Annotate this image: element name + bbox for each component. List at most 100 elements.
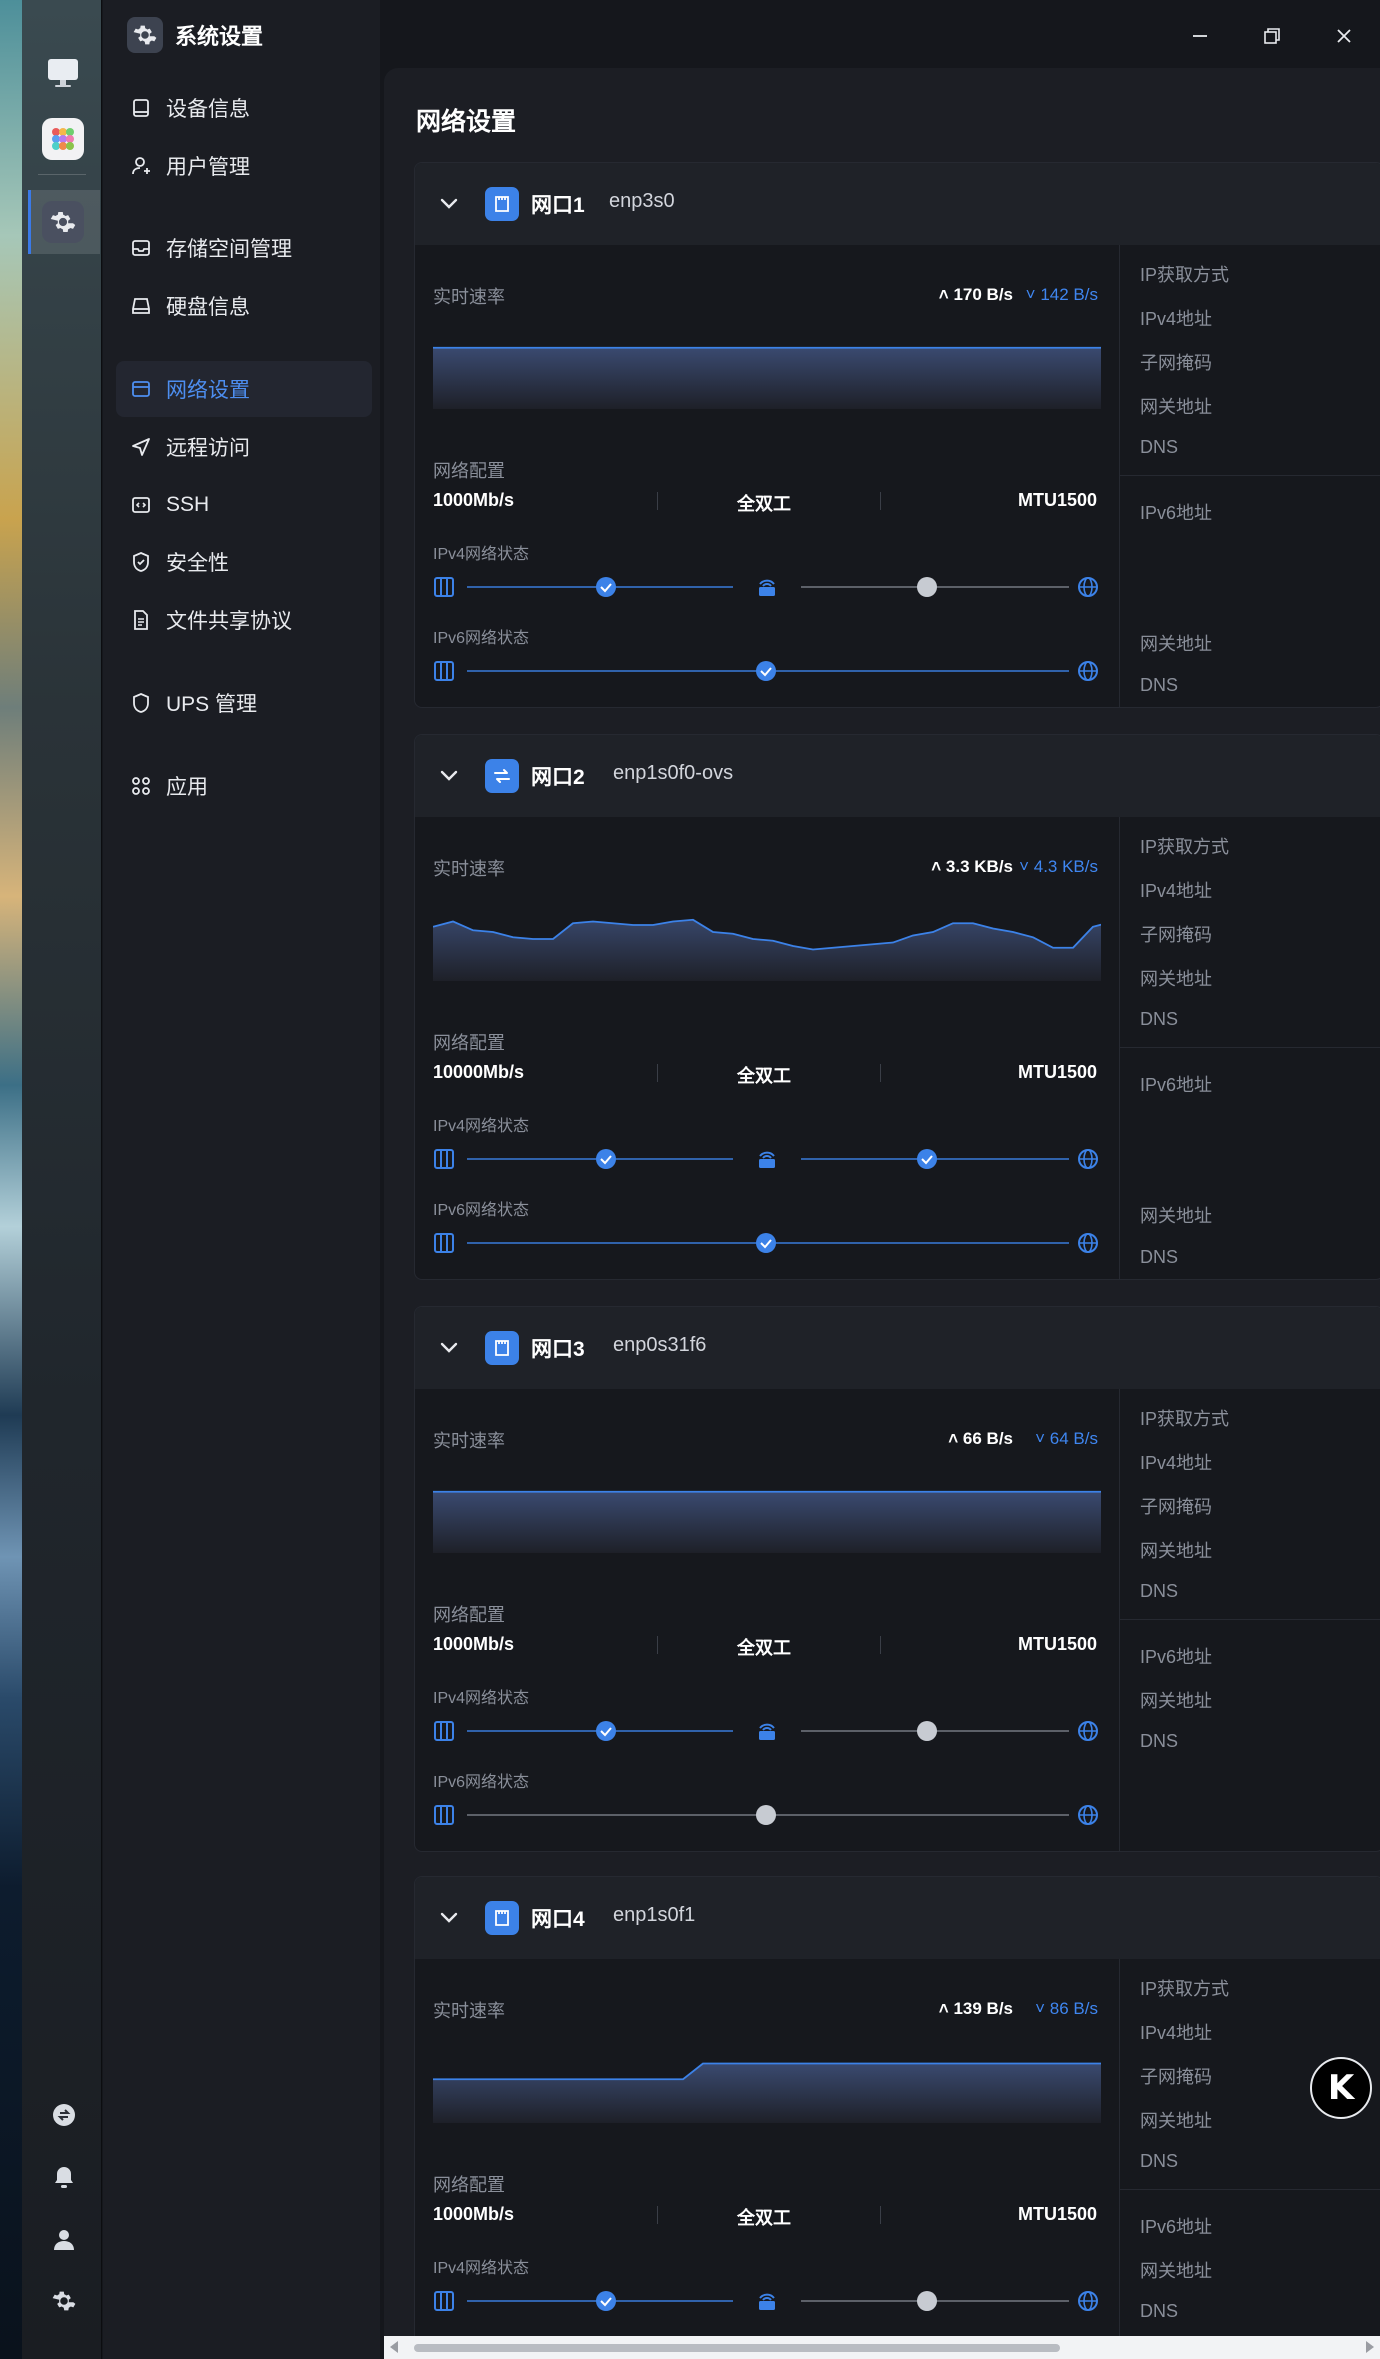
user-avatar-icon[interactable]: [50, 2225, 78, 2253]
config-label: 网络配置: [433, 2175, 505, 2195]
ipv4-status-track: [434, 1149, 1098, 1169]
port-name: 网口2: [531, 766, 585, 789]
duplex-mode: 全双工: [737, 2208, 791, 2228]
scrollbar-thumb[interactable]: [414, 2344, 1060, 2352]
detail-label: IP获取方式: [1140, 1979, 1230, 1999]
sidebar-item-disk-info[interactable]: 硬盘信息: [116, 278, 372, 334]
mtu-value: MTU1500: [1017, 490, 1097, 510]
ipv6-status-label: IPv6网络状态: [433, 1202, 530, 1219]
globe-icon: [1078, 1805, 1098, 1825]
ipv6-status-track: [434, 1805, 1098, 1825]
ipv4-status-track: [434, 577, 1098, 597]
rate-chart: [433, 1490, 1101, 1553]
app-title: 系统设置: [127, 17, 263, 53]
port-card-header[interactable]: 网口4 enp1s0f1: [415, 1877, 1380, 1959]
rate-label: 实时速率: [433, 1431, 505, 1451]
sidebar-item-security[interactable]: 安全性: [116, 534, 372, 590]
link-ok-icon: [756, 1233, 776, 1253]
port-name: 网口1: [531, 194, 585, 217]
port-card: 网口4 enp1s0f1 实时速率 ˄ 139 B/s ˅ 86 B/s 网络配置 1000…: [414, 1876, 1380, 2336]
rate-area: [433, 2063, 1101, 2123]
sidebar-item-device-info[interactable]: 设备信息: [116, 80, 372, 136]
arrow-down-icon: ˅: [1035, 1999, 1046, 2018]
port-card: 网口3 enp0s31f6 实时速率 ˄ 66 B/s ˅ 64 B/s 网络配置 1000…: [414, 1306, 1380, 1852]
close-icon[interactable]: [1326, 18, 1362, 54]
router-icon: [759, 1723, 775, 1740]
detail-label: DNS: [1140, 2151, 1179, 2171]
sync-icon[interactable]: [50, 2101, 78, 2129]
rate-area: [433, 919, 1101, 981]
sidebar-item-label: 硬盘信息: [166, 296, 250, 319]
detail-label: 网关地址: [1140, 2111, 1212, 2131]
monitor-app-icon[interactable]: [42, 52, 84, 94]
detail-label: DNS: [1140, 2301, 1179, 2321]
detail-label: DNS: [1140, 1009, 1179, 1029]
detail-label: DNS: [1140, 1247, 1179, 1267]
detail-label: IPv4地址: [1140, 1453, 1213, 1473]
sidebar-item-apps[interactable]: 应用: [116, 758, 372, 814]
port-name: 网口4: [531, 1908, 585, 1931]
detail-label: 网关地址: [1140, 2261, 1212, 2281]
sidebar-item-label: 存储空间管理: [166, 238, 292, 261]
sidebar-item-ssh[interactable]: SSH: [116, 477, 372, 533]
port-card-header[interactable]: 网口3 enp0s31f6: [415, 1307, 1380, 1389]
sidebar-item-label: 远程访问: [166, 437, 250, 460]
detail-label: 子网掩码: [1140, 925, 1212, 945]
sidebar-item-user-management[interactable]: 用户管理: [116, 138, 372, 194]
globe-icon: [1078, 1721, 1098, 1741]
sidebar-item-storage[interactable]: 存储空间管理: [116, 220, 372, 276]
upload-rate: ˄ 139 B/s: [938, 1999, 1013, 2018]
apps-icon: [132, 777, 150, 795]
maximize-icon[interactable]: [1254, 18, 1290, 54]
globe-icon: [1078, 661, 1098, 681]
minimize-icon[interactable]: [1182, 18, 1218, 54]
port-card-header[interactable]: 网口2 enp1s0f0-ovs: [415, 735, 1380, 817]
user-icon: [132, 157, 150, 175]
rate-chart: [433, 918, 1101, 981]
detail-label: IPv4地址: [1140, 309, 1213, 329]
sidebar-item-ups[interactable]: UPS 管理: [116, 675, 372, 731]
app-title-text: 系统设置: [175, 24, 264, 49]
port-details-panel: IP获取方式 IPv4地址 子网掩码 网关地址 DNS IPv6地址 网关地址 DNS: [1119, 1959, 1380, 2336]
file-icon: [134, 610, 148, 630]
detail-label: DNS: [1140, 1581, 1179, 1601]
ethernet-port-icon: [485, 187, 519, 221]
page-title: 网络设置: [416, 108, 517, 136]
router-icon: [759, 1151, 775, 1168]
router-icon: [759, 579, 775, 596]
disk-icon: [132, 298, 150, 314]
detail-label: 网关地址: [1140, 1541, 1212, 1561]
ethernet-port-icon: [485, 1331, 519, 1365]
gear-icon[interactable]: [50, 2287, 78, 2315]
duplex-mode: 全双工: [737, 1638, 791, 1658]
interface-name: enp3s0: [609, 190, 675, 212]
sidebar-item-network[interactable]: 网络设置: [116, 361, 372, 417]
port-card-header[interactable]: 网口1 enp3s0: [415, 163, 1380, 245]
bell-icon[interactable]: [50, 2163, 78, 2191]
link-speed: 1000Mb/s: [433, 490, 515, 510]
chevron-down-icon[interactable]: [437, 1335, 461, 1359]
config-label: 网络配置: [433, 1605, 505, 1625]
chevron-down-icon[interactable]: [437, 191, 461, 215]
sidebar-item-label: 文件共享协议: [166, 610, 292, 633]
chevron-down-icon[interactable]: [437, 1905, 461, 1929]
port-details-panel: IP获取方式 IPv4地址 子网掩码 网关地址 DNS IPv6地址 网关地址 DNS: [1119, 817, 1380, 1279]
scroll-right-arrow-icon[interactable]: [1366, 2341, 1374, 2353]
scroll-left-arrow-icon[interactable]: [390, 2341, 398, 2353]
port-name: 网口3: [531, 1338, 585, 1361]
lan-port-icon: [434, 1805, 454, 1825]
detail-label: IPv4地址: [1140, 2023, 1213, 2043]
upload-rate: ˄ 170 B/s: [938, 285, 1013, 304]
ipv4-status-label: IPv4网络状态: [433, 1690, 530, 1707]
horizontal-scrollbar[interactable]: [384, 2336, 1380, 2359]
settings-app-icon[interactable]: [42, 201, 84, 243]
k-logo-icon[interactable]: K: [1310, 2057, 1372, 2119]
detail-label: 子网掩码: [1140, 2067, 1212, 2087]
download-rate: ˅ 64 B/s: [1035, 1429, 1098, 1448]
sidebar-item-file-sharing[interactable]: 文件共享协议: [116, 592, 372, 648]
chevron-down-icon[interactable]: [437, 763, 461, 787]
app-store-icon[interactable]: [42, 118, 84, 160]
duplex-mode: 全双工: [737, 494, 791, 514]
send-icon: [132, 438, 150, 456]
sidebar-item-remote-access[interactable]: 远程访问: [116, 419, 372, 475]
